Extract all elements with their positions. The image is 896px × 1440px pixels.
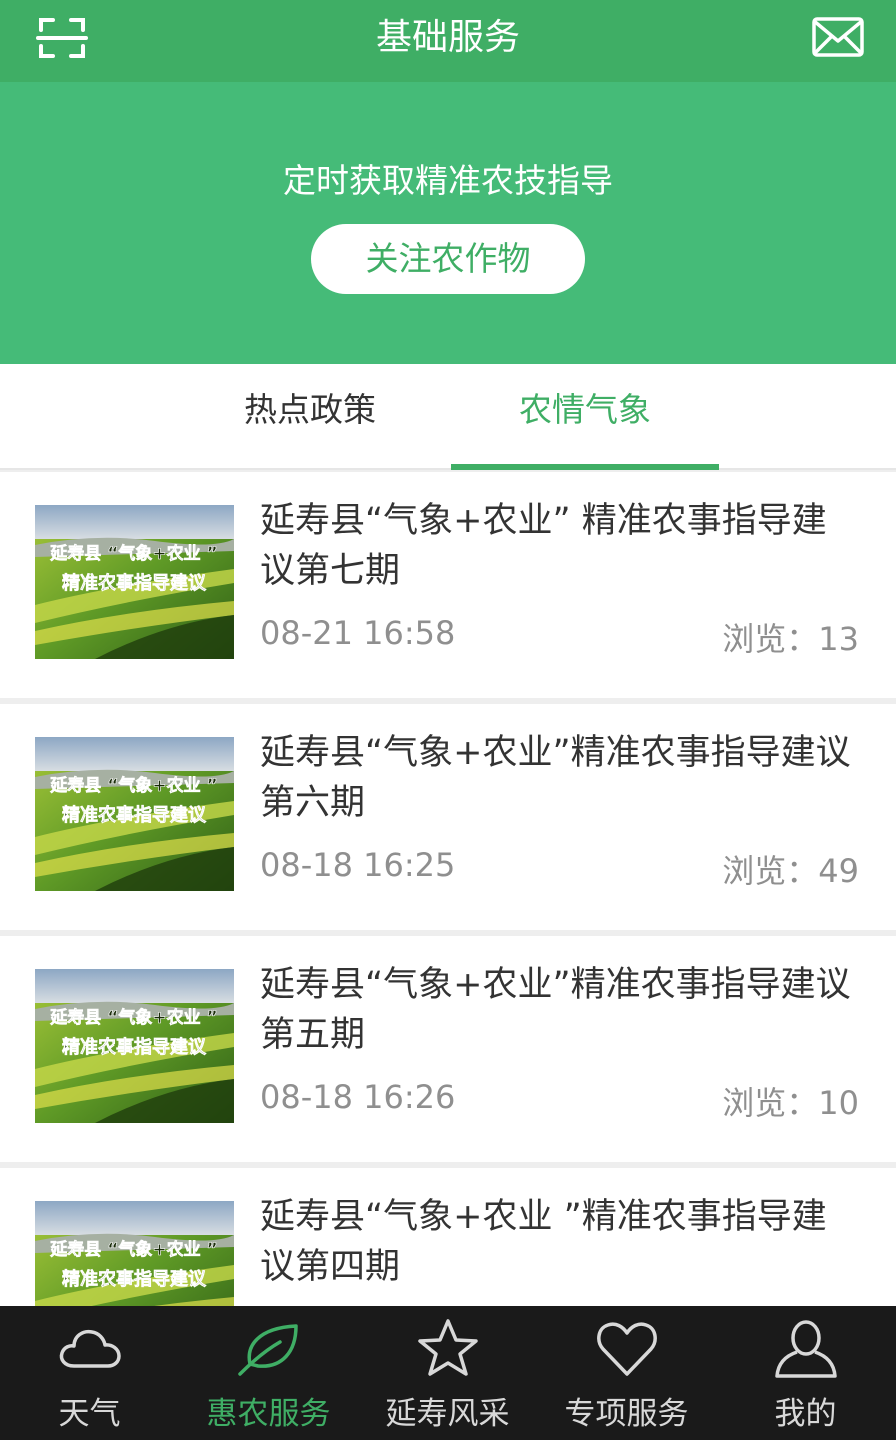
follow-crops-banner: 定时获取精准农技指导 关注农作物: [0, 82, 896, 364]
list-item[interactable]: 延寿县 “气象+农业 ” 精准农事指导建议 延寿县“气象+农业”精准农事指导建议…: [0, 704, 896, 930]
article-views: 浏览：13: [722, 620, 859, 658]
article-time: 08-18 16:26: [260, 1078, 456, 1116]
active-tab-indicator: [451, 464, 719, 470]
nav-label: 延寿风采: [385, 1396, 510, 1432]
article-time: 08-18 16:25: [260, 846, 456, 884]
article-thumbnail: 延寿县 “气象+农业 ” 精准农事指导建议: [35, 969, 234, 1123]
nav-item-yanshou-style[interactable]: 延寿风采: [358, 1306, 537, 1440]
thumbnail-text-line1: 延寿县 “气象+农业 ”: [49, 543, 217, 564]
list-item[interactable]: 延寿县 “气象+农业 ” 精准农事指导建议 延寿县“气象+农业”精准农事指导建议…: [0, 936, 896, 1162]
heart-icon: [594, 1316, 660, 1380]
user-icon: [773, 1316, 839, 1380]
category-tabs: 热点政策 农情气象: [0, 364, 896, 470]
thumbnail-text-line2: 精准农事指导建议: [62, 804, 207, 826]
article-views: 浏览：10: [722, 1084, 859, 1122]
nav-item-agri-service[interactable]: 惠农服务: [179, 1306, 358, 1440]
nav-item-mine[interactable]: 我的: [716, 1306, 895, 1440]
nav-label: 天气: [58, 1396, 121, 1432]
nav-label: 惠农服务: [206, 1396, 331, 1432]
follow-crops-button[interactable]: 关注农作物: [311, 224, 585, 294]
star-icon: [415, 1316, 481, 1380]
banner-tagline: 定时获取精准农技指导: [283, 161, 613, 200]
article-title: 延寿县“气象+农业”精准农事指导建议第六期: [260, 733, 851, 823]
nav-item-weather[interactable]: 天气: [0, 1306, 179, 1440]
tab-hot-policy[interactable]: 热点政策: [176, 364, 444, 470]
thumbnail-text-line2: 精准农事指导建议: [62, 1268, 207, 1290]
nav-item-special-service[interactable]: 专项服务: [537, 1306, 716, 1440]
thumbnail-text-line1: 延寿县 “气象+农业 ”: [49, 1007, 217, 1028]
mail-icon[interactable]: [810, 12, 866, 64]
nav-label: 我的: [774, 1396, 837, 1432]
article-title: 延寿县“气象+农业 ”精准农事指导建议第四期: [260, 1197, 827, 1287]
thumbnail-text-line2: 精准农事指导建议: [62, 1036, 207, 1058]
article-time: 08-21 16:58: [260, 614, 456, 652]
thumbnail-text-line1: 延寿县 “气象+农业 ”: [49, 1239, 217, 1260]
article-views: 浏览：49: [722, 852, 859, 890]
thumbnail-text-line1: 延寿县 “气象+农业 ”: [49, 775, 217, 796]
leaf-icon: [236, 1316, 302, 1380]
app-screen: 基础服务 定时获取精准农技指导 关注农作物 热点政策 农情气象 延寿县 “气象+…: [0, 0, 896, 1440]
cloud-icon: [57, 1316, 123, 1380]
list-item[interactable]: 延寿县 “气象+农业 ” 精准农事指导建议 延寿县“气象+农业” 精准农事指导建…: [0, 472, 896, 698]
nav-label: 专项服务: [564, 1396, 689, 1432]
page-title: 基础服务: [375, 17, 520, 58]
article-title: 延寿县“气象+农业”精准农事指导建议第五期: [260, 965, 851, 1055]
bottom-nav: 天气 惠农服务 延寿风采 专项服务 我的: [0, 1306, 896, 1440]
article-title: 延寿县“气象+农业” 精准农事指导建议第七期: [260, 501, 827, 591]
top-bar: 基础服务: [0, 0, 896, 82]
article-thumbnail: 延寿县 “气象+农业 ” 精准农事指导建议: [35, 505, 234, 659]
tab-agri-weather[interactable]: 农情气象: [451, 364, 719, 470]
thumbnail-text-line2: 精准农事指导建议: [62, 572, 207, 594]
article-thumbnail: 延寿县 “气象+农业 ” 精准农事指导建议: [35, 737, 234, 891]
